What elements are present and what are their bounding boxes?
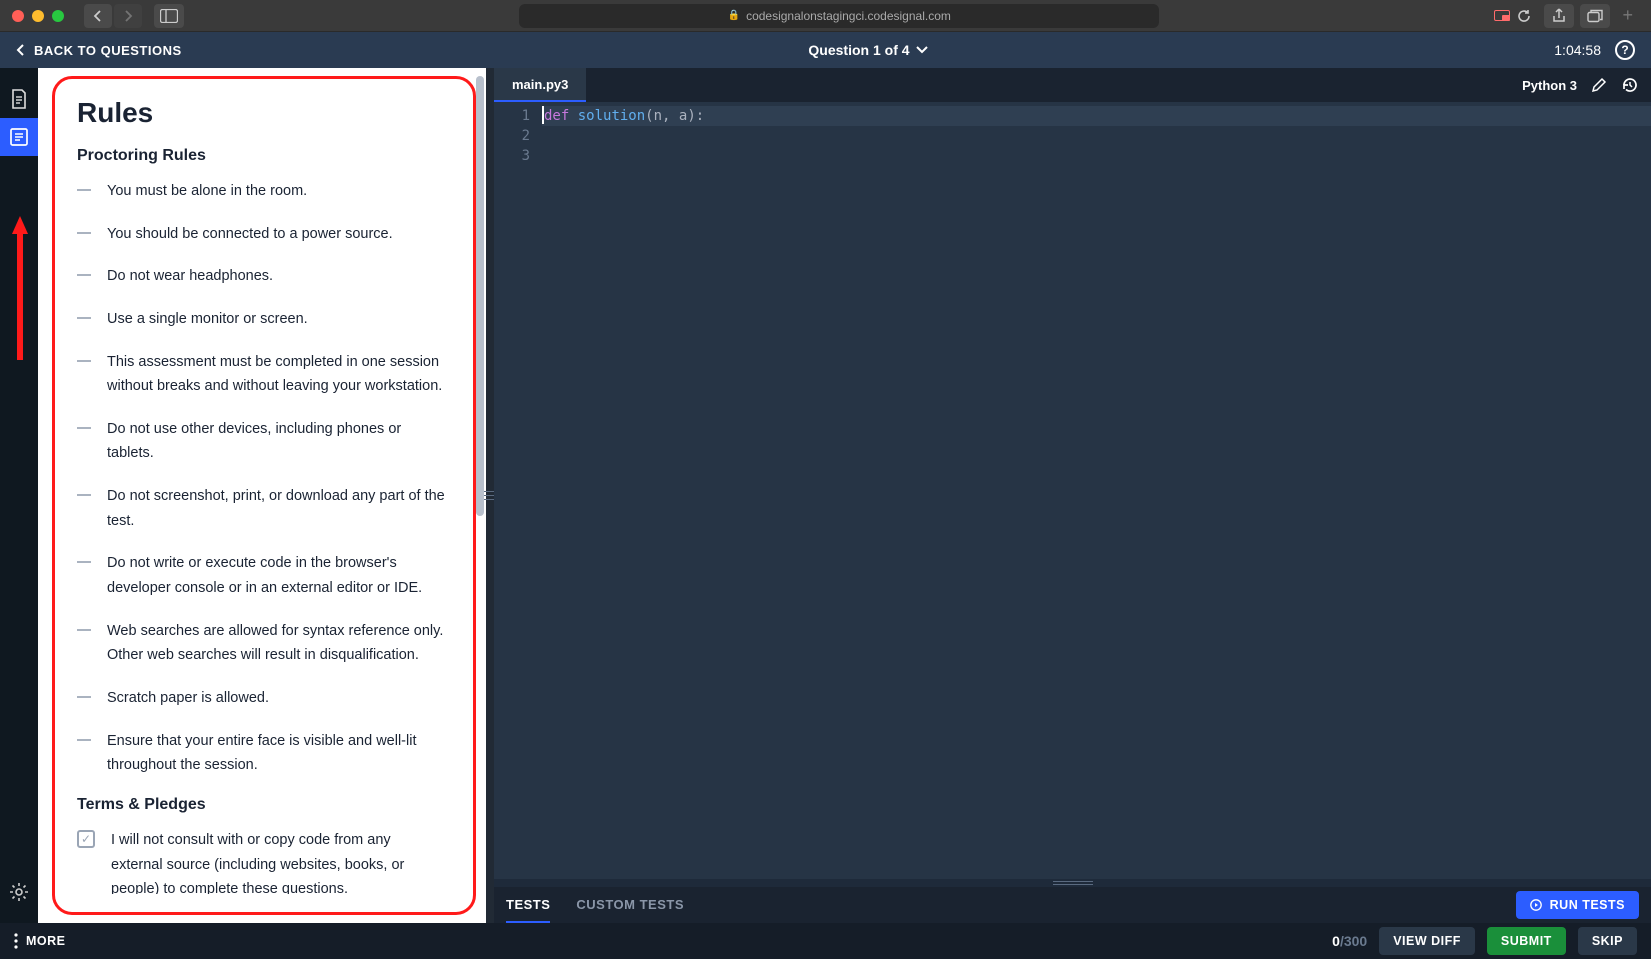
pip-icon[interactable] [1494, 10, 1510, 21]
forward-button[interactable] [114, 4, 142, 28]
dots-icon [14, 933, 18, 949]
dash-icon [77, 696, 91, 698]
history-icon[interactable] [1621, 76, 1639, 94]
description-tab-icon[interactable] [0, 80, 38, 118]
rule-text: You must be alone in the room. [107, 179, 307, 204]
language-selector[interactable]: Python 3 [1522, 78, 1577, 93]
rule-item: Do not wear headphones. [77, 264, 445, 289]
window-controls [12, 10, 64, 22]
minimize-window[interactable] [32, 10, 44, 22]
footer: MORE 0/300 VIEW DIFF SUBMIT SKIP [0, 923, 1651, 959]
rule-item: Do not screenshot, print, or download an… [77, 484, 445, 533]
rule-text: You should be connected to a power sourc… [107, 222, 393, 247]
annotation-arrow [10, 216, 30, 360]
question-selector[interactable]: Question 1 of 4 [808, 42, 927, 58]
new-tab-button[interactable]: + [1616, 5, 1639, 26]
browser-chrome: 🔒 codesignalonstagingci.codesignal.com + [0, 0, 1651, 32]
score-display: 0/300 [1332, 933, 1367, 949]
rule-item: Use a single monitor or screen. [77, 307, 445, 332]
dash-icon [77, 629, 91, 631]
rule-text: Do not write or execute code in the brow… [107, 551, 445, 600]
back-button[interactable] [84, 4, 112, 28]
panel-divider[interactable] [486, 68, 494, 923]
tab-custom-tests[interactable]: CUSTOM TESTS [576, 887, 684, 923]
question-label: Question 1 of 4 [808, 42, 909, 58]
tab-tests[interactable]: TESTS [506, 887, 550, 923]
reload-button[interactable] [1516, 8, 1532, 24]
dash-icon [77, 189, 91, 191]
code-line: def solution(n, a): [542, 106, 1651, 126]
dash-icon [77, 232, 91, 234]
run-tests-button[interactable]: RUN TESTS [1516, 891, 1639, 919]
left-icon-rail [0, 68, 38, 923]
rule-text: Web searches are allowed for syntax refe… [107, 619, 445, 668]
editor-tabs: main.py3 Python 3 [494, 68, 1651, 102]
rules-panel: Rules Proctoring Rules You must be alone… [38, 68, 486, 923]
submit-button[interactable]: SUBMIT [1487, 927, 1566, 955]
editor-area: main.py3 Python 3 1 2 3 def solution(n, … [494, 68, 1651, 923]
dash-icon [77, 561, 91, 563]
code-editor[interactable]: 1 2 3 def solution(n, a): [494, 102, 1651, 879]
rules-title: Rules [77, 97, 445, 129]
rule-item: This assessment must be completed in one… [77, 350, 445, 399]
sidebar-toggle[interactable] [154, 4, 184, 28]
terms-heading: Terms & Pledges [77, 796, 445, 814]
edit-icon[interactable] [1591, 77, 1607, 93]
dash-icon [77, 274, 91, 276]
rule-item: You must be alone in the room. [77, 179, 445, 204]
rule-text: Do not use other devices, including phon… [107, 417, 445, 466]
rule-text: Ensure that your entire face is visible … [107, 729, 445, 778]
rule-text: Do not screenshot, print, or download an… [107, 484, 445, 533]
code-line [542, 126, 1651, 146]
lock-icon: 🔒 [728, 10, 740, 21]
rule-text: Do not wear headphones. [107, 264, 273, 289]
dash-icon [77, 317, 91, 319]
play-icon [1530, 899, 1542, 911]
file-tab-main[interactable]: main.py3 [494, 68, 586, 102]
rule-text: Scratch paper is allowed. [107, 686, 269, 711]
horizontal-divider[interactable] [494, 879, 1651, 887]
more-button[interactable]: MORE [14, 933, 66, 949]
back-label: BACK TO QUESTIONS [34, 43, 182, 58]
dash-icon [77, 494, 91, 496]
url-bar[interactable]: 🔒 codesignalonstagingci.codesignal.com [519, 4, 1159, 28]
code-line [542, 146, 1651, 166]
code-content[interactable]: def solution(n, a): [542, 102, 1651, 879]
settings-icon[interactable] [0, 873, 38, 911]
rule-text: This assessment must be completed in one… [107, 350, 445, 399]
rules-tab-icon[interactable] [0, 118, 38, 156]
back-to-questions[interactable]: BACK TO QUESTIONS [16, 43, 182, 58]
help-button[interactable]: ? [1615, 40, 1635, 60]
rule-item: Web searches are allowed for syntax refe… [77, 619, 445, 668]
pledge-text: I will not consult with or copy code fro… [111, 828, 445, 894]
rule-item: Ensure that your entire face is visible … [77, 729, 445, 778]
pledge-item: ✓ I will not consult with or copy code f… [77, 828, 445, 894]
skip-button[interactable]: SKIP [1578, 927, 1637, 955]
dash-icon [77, 739, 91, 741]
checkbox-icon[interactable]: ✓ [77, 830, 95, 848]
app-header: BACK TO QUESTIONS Question 1 of 4 1:04:5… [0, 32, 1651, 68]
gutter: 1 2 3 [494, 102, 542, 879]
tabs-button[interactable] [1580, 4, 1610, 28]
rule-item: You should be connected to a power sourc… [77, 222, 445, 247]
timer: 1:04:58 [1554, 42, 1601, 58]
maximize-window[interactable] [52, 10, 64, 22]
rule-item: Do not use other devices, including phon… [77, 417, 445, 466]
rule-item: Scratch paper is allowed. [77, 686, 445, 711]
nav-buttons [84, 4, 142, 28]
rule-text: Use a single monitor or screen. [107, 307, 308, 332]
test-tabs: TESTS CUSTOM TESTS RUN TESTS [494, 887, 1651, 923]
share-button[interactable] [1544, 4, 1574, 28]
dash-icon [77, 427, 91, 429]
close-window[interactable] [12, 10, 24, 22]
url-text: codesignalonstagingci.codesignal.com [746, 9, 951, 23]
view-diff-button[interactable]: VIEW DIFF [1379, 927, 1475, 955]
rules-scroll[interactable]: Rules Proctoring Rules You must be alone… [77, 97, 451, 894]
proctoring-heading: Proctoring Rules [77, 147, 445, 165]
rule-item: Do not write or execute code in the brow… [77, 551, 445, 600]
chevron-down-icon [916, 46, 928, 54]
dash-icon [77, 360, 91, 362]
panel-scrollbar[interactable] [476, 76, 484, 915]
